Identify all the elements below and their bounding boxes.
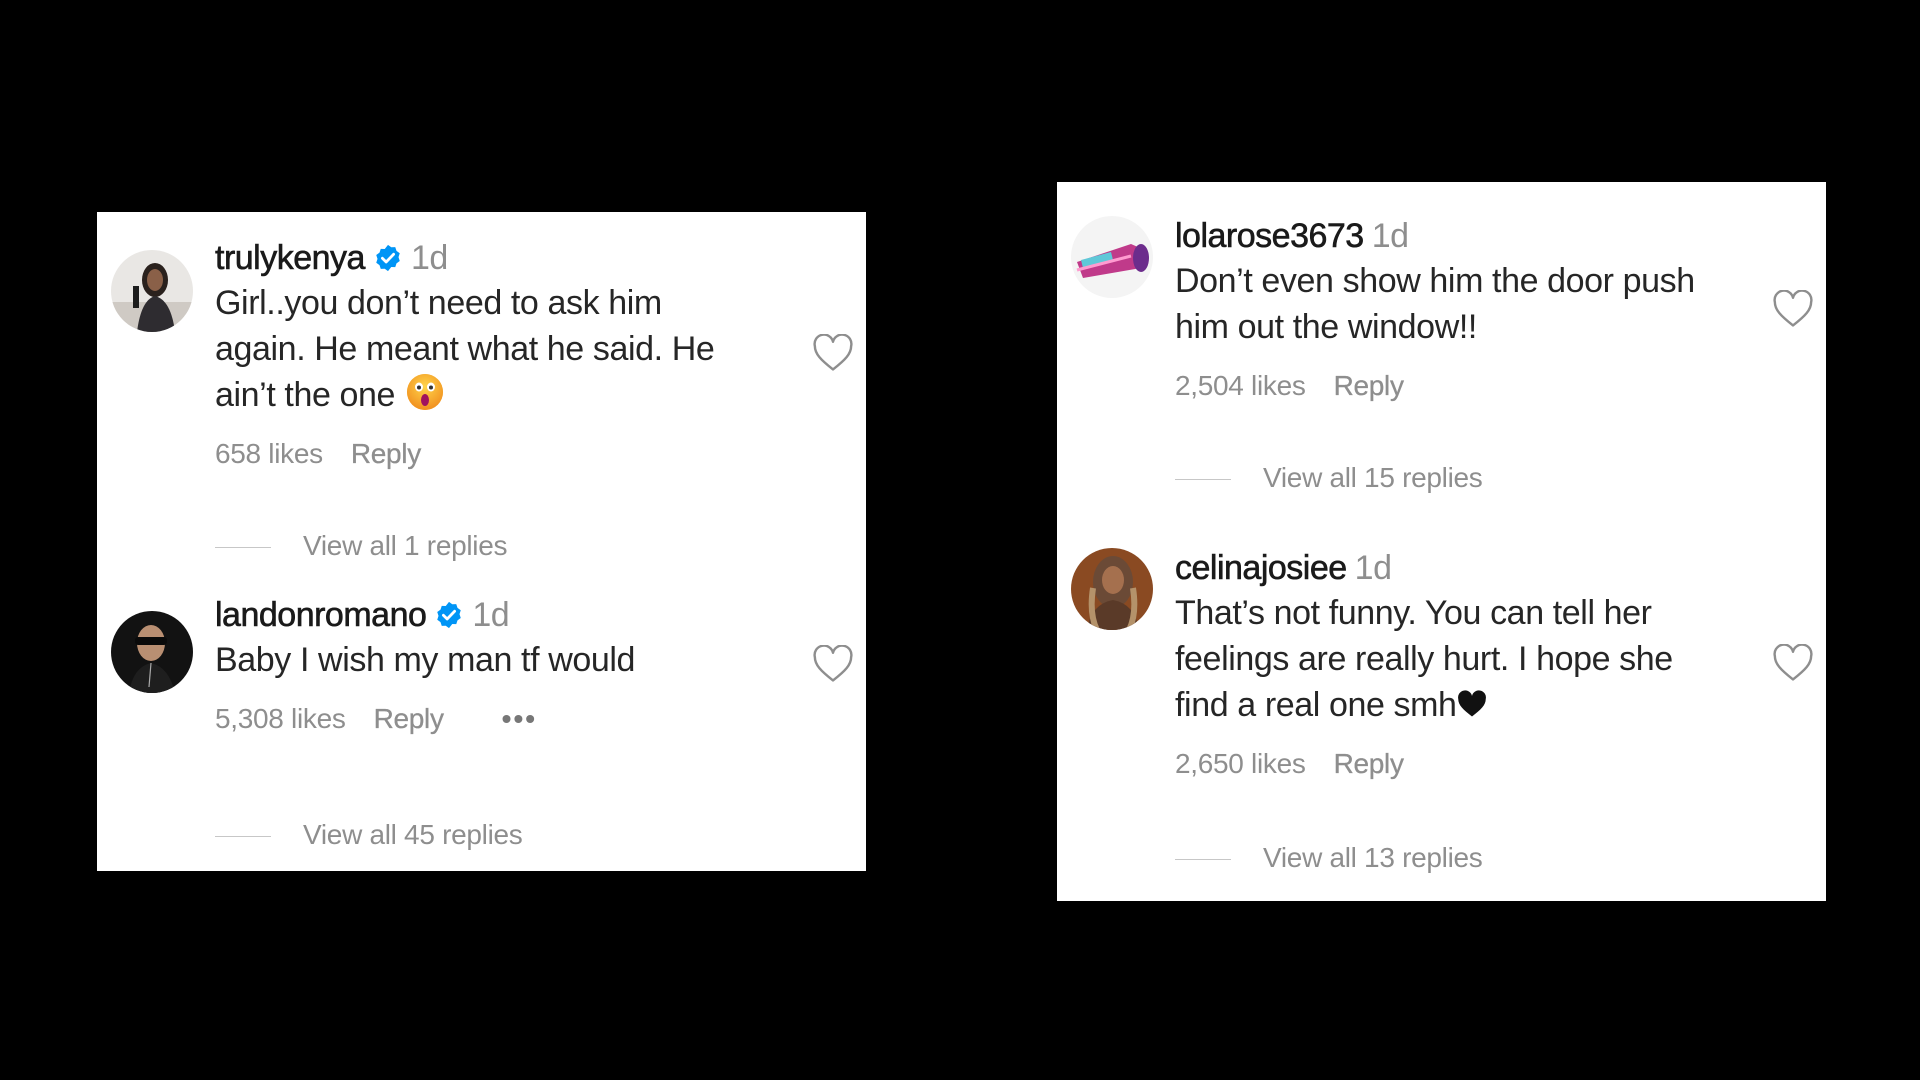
avatar[interactable] — [1071, 548, 1153, 630]
divider-line — [1175, 859, 1231, 861]
like-heart-icon[interactable] — [1772, 644, 1814, 682]
username[interactable]: lolarose3673 — [1175, 217, 1365, 256]
username[interactable]: landonromano — [215, 596, 427, 635]
comment-body: trulykenya 1d Girl..you don’t need to ask… — [215, 236, 756, 470]
comment-header: lolarose3673 1d — [1175, 214, 1716, 258]
like-count[interactable]: 5,308 likes — [215, 703, 346, 735]
comment-body: landonromano 1d Baby I wish my man tf wou… — [215, 593, 756, 735]
view-replies-button[interactable]: View all 1 replies — [215, 530, 508, 562]
reply-button[interactable]: Reply — [1333, 370, 1404, 402]
like-count[interactable]: 2,650 likes — [1175, 748, 1306, 780]
comment-meta: 5,308 likes Reply ••• — [215, 703, 756, 735]
reply-button[interactable]: Reply — [1333, 748, 1404, 780]
like-heart-icon[interactable] — [1772, 290, 1814, 328]
like-heart-icon[interactable] — [812, 334, 854, 372]
comment-text: Don’t even show him the door push him ou… — [1175, 262, 1695, 346]
comment-meta: 658 likes Reply — [215, 438, 756, 470]
comment-meta: 2,650 likes Reply — [1175, 748, 1716, 780]
verified-badge-icon — [437, 601, 462, 629]
comment-header: celinajosiee 1d — [1175, 546, 1716, 590]
comment-body: celinajosiee 1d That’s not funny. You can… — [1175, 546, 1716, 780]
comment-text: Girl..you don’t need to ask him again. H… — [215, 284, 715, 414]
divider-line — [215, 547, 271, 549]
black-heart-icon — [1457, 690, 1486, 717]
comments-card-right: lolarose3673 1d Don’t even show him the d… — [1057, 182, 1826, 901]
like-count[interactable]: 658 likes — [215, 438, 323, 470]
comment-meta: 2,504 likes Reply — [1175, 370, 1716, 402]
comment-body: lolarose3673 1d Don’t even show him the d… — [1175, 214, 1716, 402]
divider-line — [215, 836, 271, 838]
verified-badge-icon — [376, 244, 400, 272]
reply-button[interactable]: Reply — [351, 438, 422, 470]
like-heart-icon[interactable] — [812, 645, 854, 683]
comment-text: That’s not funny. You can tell her feeli… — [1175, 594, 1673, 724]
avatar[interactable] — [111, 250, 193, 332]
view-replies-button[interactable]: View all 13 replies — [1175, 842, 1483, 874]
comment-text: Baby I wish my man tf would — [215, 641, 636, 679]
comment-header: trulykenya 1d — [215, 236, 756, 280]
timestamp: 1d — [472, 596, 510, 634]
timestamp: 1d — [1371, 217, 1409, 255]
divider-line — [1175, 479, 1231, 481]
username[interactable]: celinajosiee — [1175, 549, 1348, 588]
more-options-button[interactable]: ••• — [502, 703, 537, 735]
view-replies-button[interactable]: View all 45 replies — [215, 819, 523, 851]
username[interactable]: trulykenya — [215, 239, 366, 278]
avatar[interactable] — [1071, 216, 1153, 298]
astonished-face-icon — [407, 374, 444, 410]
comment-header: landonromano 1d — [215, 593, 756, 637]
like-count[interactable]: 2,504 likes — [1175, 370, 1306, 402]
comments-card-left: trulykenya 1d Girl..you don’t need to ask… — [97, 212, 866, 871]
avatar[interactable] — [111, 611, 193, 693]
timestamp: 1d — [1354, 549, 1392, 587]
view-replies-button[interactable]: View all 15 replies — [1175, 462, 1483, 494]
timestamp: 1d — [410, 239, 448, 277]
reply-button[interactable]: Reply — [373, 703, 444, 735]
